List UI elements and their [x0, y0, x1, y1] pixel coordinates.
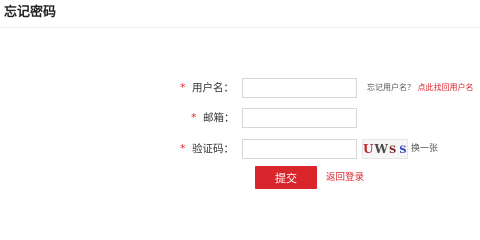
captcha-char: S — [399, 145, 408, 156]
refresh-captcha-link[interactable]: 换一张 — [411, 139, 438, 159]
captcha-row: * 验证码： — [0, 138, 480, 160]
username-hint: 忘记用户名？ 点此找回用户名 — [367, 77, 474, 99]
captcha-input[interactable] — [242, 139, 357, 159]
username-label: 用户名： — [192, 82, 234, 94]
page-title: 忘记密码 — [4, 5, 57, 20]
username-row: * 用户名： 忘记用户名？ 点此找回用户名 — [0, 77, 480, 99]
captcha-char: W — [374, 142, 389, 156]
email-label: 邮箱： — [203, 112, 235, 124]
submit-button[interactable]: 提交 — [255, 166, 317, 189]
username-hint-text: 忘记用户名？ — [367, 83, 415, 92]
required-mark: * — [180, 142, 186, 155]
required-mark: * — [191, 111, 197, 124]
captcha-label: 验证码： — [192, 143, 234, 155]
captcha-image[interactable]: UWS S — [362, 139, 408, 159]
back-to-login-link[interactable]: 返回登录 — [326, 166, 364, 189]
title-divider — [0, 27, 480, 28]
email-row: * 邮箱： — [0, 107, 480, 129]
captcha-char: U — [363, 142, 375, 156]
required-mark: * — [180, 81, 186, 94]
email-input[interactable] — [242, 108, 357, 128]
captcha-char: S — [388, 145, 398, 156]
username-input[interactable] — [242, 78, 357, 98]
find-username-link[interactable]: 点此找回用户名 — [418, 83, 474, 92]
